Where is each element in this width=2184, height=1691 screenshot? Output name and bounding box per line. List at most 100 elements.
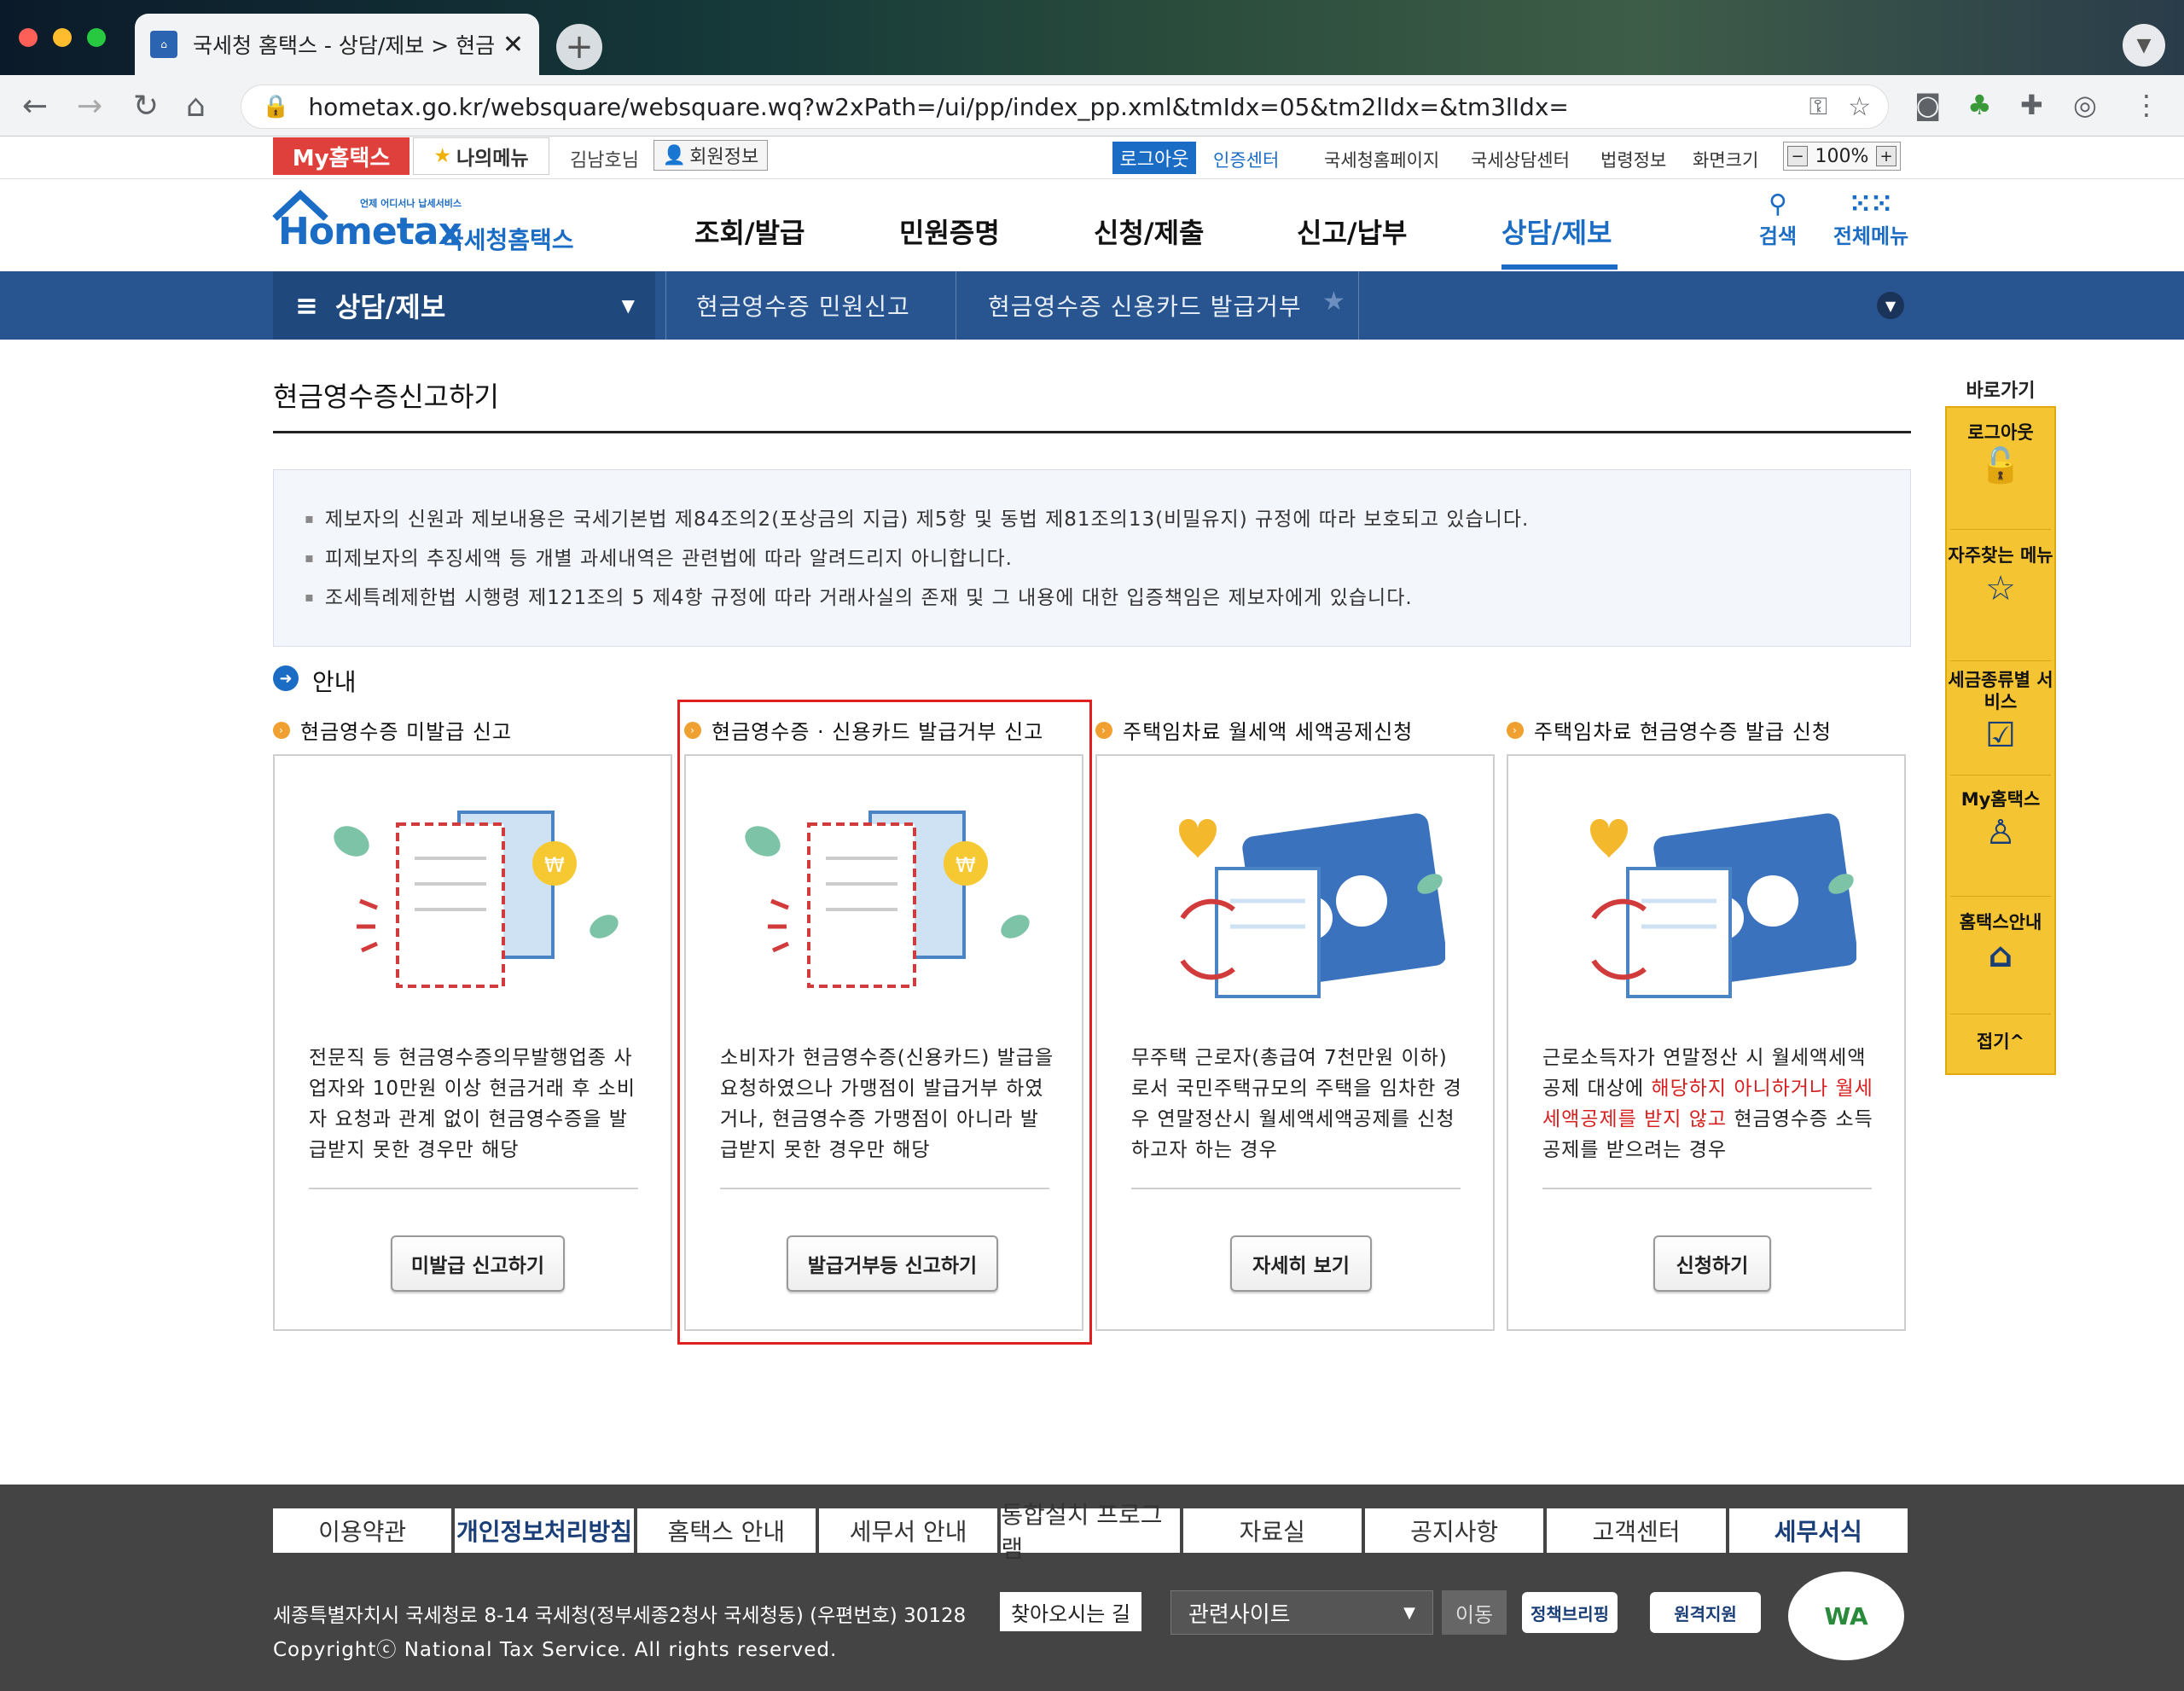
find-way-button[interactable]: 찾아오시는 길 [1000,1592,1141,1631]
tax-counsel-link[interactable]: 국세상담센터 [1471,147,1570,172]
title-divider [273,431,1911,433]
tab-close-icon[interactable]: ✕ [502,30,524,60]
guide-heading: 안내 [312,668,357,696]
back-arrow-icon[interactable]: ← [22,89,48,124]
details-button[interactable]: 자세히 보기 [1230,1235,1372,1292]
card-description: 근로소득자가 연말정산 시 월세액세액공제 대상에 해당하지 아니하거나 월세세… [1542,1043,1877,1165]
zoom-in-button[interactable]: + [1876,146,1896,166]
window-maximize-button[interactable] [87,28,106,47]
gnb-report-pay[interactable]: 신고/납부 [1297,212,1407,251]
my-hometax-button[interactable]: My홈택스 [273,137,410,175]
quick-frequent-menu[interactable]: 자주찾는 메뉴 ☆ [1947,544,2054,611]
card-description: 전문직 등 현금영수증의무발행업종 사업자와 10만원 이상 현금거래 후 소비… [309,1047,636,1161]
window-close-button[interactable] [19,28,38,47]
bullet-icon: › [1507,721,1524,739]
footer-install-program-link[interactable]: 통합설치 프로그램 [1001,1501,1183,1563]
quick-menu: 로그아웃 🔓 자주찾는 메뉴 ☆ 세금종류별 서비스 ☑ My홈택스 ♙ 홈택스안내 ⌂ … [1945,406,2056,1075]
grid-icon: ⁙⁙ [1849,189,1893,219]
card-title-rent-credit: › 주택임차료 월세액 세액공제신청 [1095,715,1413,745]
arrow-right-circle-icon: ➜ [273,665,299,691]
footer-privacy-link[interactable]: 개인정보처리방침 [455,1508,637,1553]
related-sites-label: 관련사이트 [1188,1601,1291,1628]
law-info-link[interactable]: 법령정보 [1600,147,1666,172]
all-menu-button[interactable]: ⁙⁙ 전체메뉴 [1824,189,1918,249]
member-info-button[interactable]: 👤 회원정보 [653,140,768,171]
quick-my-hometax[interactable]: My홈택스 ♙ [1947,788,2054,855]
card-divider [1542,1188,1872,1189]
browser-menu-icon[interactable]: ⋮ [2133,89,2160,121]
tab-search-chevron-icon[interactable]: ▼ [2123,24,2165,67]
card-title-rent-receipt: › 주택임차료 현금영수증 발급 신청 [1507,715,1832,745]
tab-title: 국세청 홈택스 - 상담/제보 > 현금영 [193,33,494,58]
user-name: 김남호님 [570,150,639,171]
quick-item-label: 로그아웃 [1967,422,2034,443]
policy-briefing-badge[interactable]: 정책브리핑 [1522,1592,1618,1633]
zoom-control: − 100% + [1783,142,1901,171]
house-rent-illustration-icon [1590,813,1856,998]
quick-menu-label: 바로가기 [1966,381,2036,402]
new-tab-button[interactable]: + [556,24,602,70]
gnb-counsel-report[interactable]: 상담/제보 [1502,212,1612,251]
key-icon[interactable]: ⚿ [1809,92,1827,121]
reload-icon[interactable]: ↻ [133,89,159,124]
logout-button[interactable]: 로그아웃 [1112,142,1196,174]
zoom-out-button[interactable]: − [1787,146,1808,166]
quick-separator [1950,660,2051,661]
home-icon[interactable]: ⌂ [186,89,206,124]
gnb-apply-submit[interactable]: 신청/제출 [1094,212,1204,251]
logo-tagline: 언제 어디서나 납세서비스 [360,198,462,209]
footer-library-link[interactable]: 자료실 [1183,1508,1365,1553]
window-minimize-button[interactable] [53,28,72,47]
card-title-text: 현금영수증 미발급 신고 [300,720,513,744]
quick-tax-type-service[interactable]: 세금종류별 서비스 ☑ [1947,669,2054,758]
all-menu-label: 전체메뉴 [1833,224,1909,248]
footer-copyright: Copyrightⓒ National Tax Service. All rig… [273,1639,838,1661]
evernote-icon[interactable]: ♣ [1967,89,1992,121]
quick-separator [1950,775,2051,776]
quick-item-label: 세금종류별 서비스 [1948,670,2053,712]
address-bar[interactable]: 🔒 hometax.go.kr/websquare/websquare.wq?w… [241,84,1889,129]
highlight-box [677,700,1092,1345]
gnb-certificate[interactable]: 민원증명 [899,212,1000,251]
footer-terms-link[interactable]: 이용약관 [273,1508,456,1553]
gnb-inquiry-issue[interactable]: 조회/발급 [694,212,804,251]
nts-homepage-link[interactable]: 국세청홈페이지 [1324,147,1439,172]
forward-arrow-icon[interactable]: → [77,89,102,124]
quick-logout[interactable]: 로그아웃 🔓 [1947,421,2054,488]
member-info-label: 회원정보 [689,147,759,168]
footer-tax-forms-link[interactable]: 세무서식 [1729,1508,1908,1553]
card-rent-receipt: 근로소득자가 연말정산 시 월세액세액공제 대상에 해당하지 아니하거나 월세세… [1507,754,1906,1331]
house-guide-icon: ⌂ [1988,936,2013,975]
unissued-report-button[interactable]: 미발급 신고하기 [391,1235,565,1292]
browser-tab[interactable]: ⌂ 국세청 홈택스 - 상담/제보 > 현금영 ✕ [135,14,539,75]
camera-icon[interactable]: ◙ [1914,89,1941,121]
bookmark-star-icon[interactable]: ☆ [1848,92,1871,122]
footer-hometax-guide-link[interactable]: 홈택스 안내 [637,1508,819,1553]
location-expand-icon[interactable]: ▼ [1877,292,1904,319]
extensions-puzzle-icon[interactable]: ✚ [2020,89,2043,121]
user-icon: ♙ [1985,813,2016,852]
cert-center-link[interactable]: 인증센터 [1213,147,1279,172]
related-sites-select[interactable]: 관련사이트 ▼ [1170,1590,1433,1635]
profile-icon[interactable]: ◎ [2073,89,2097,121]
footer-customer-center-link[interactable]: 고객센터 [1547,1508,1729,1553]
location-sub1[interactable]: 현금영수증 민원신고 [696,288,910,323]
hometax-logo[interactable]: 언제 어디서나 납세서비스 Hometax 국세청홈택스 [271,189,578,259]
notice-box: 제보자의 신원과 제보내용은 국세기본법 제84조의2(포상금의 지급) 제5항… [273,469,1911,647]
search-button[interactable]: ⚲ 검색 [1751,189,1805,249]
footer-tax-office-link[interactable]: 세무서 안내 [819,1508,1002,1553]
location-main-dropdown[interactable]: ≡ 상담/제보 ▼ [273,271,655,340]
location-sub2[interactable]: 현금영수증 신용카드 발급거부 [988,288,1302,323]
quick-fold-button[interactable]: 접기^ [1947,1031,2054,1053]
remote-support-badge[interactable]: 원격지원 [1650,1592,1761,1633]
favorite-star-icon[interactable]: ★ [1322,287,1345,317]
footer-notice-link[interactable]: 공지사항 [1365,1508,1548,1553]
apply-button[interactable]: 신청하기 [1653,1235,1771,1292]
footer-address: 세종특별자치시 국세청로 8-14 국세청(정부세종2청사 국세청동) (우편번… [273,1605,967,1627]
quick-item-label: 홈택스안내 [1959,912,2042,933]
quick-item-label: My홈택스 [1960,789,2041,810]
quick-hometax-guide[interactable]: 홈택스안내 ⌂ [1947,911,2054,978]
go-button[interactable]: 이동 [1442,1590,1507,1635]
my-menu-button[interactable]: ★ 나의메뉴 [413,137,549,175]
unlock-icon: 🔓 [1979,446,2022,485]
